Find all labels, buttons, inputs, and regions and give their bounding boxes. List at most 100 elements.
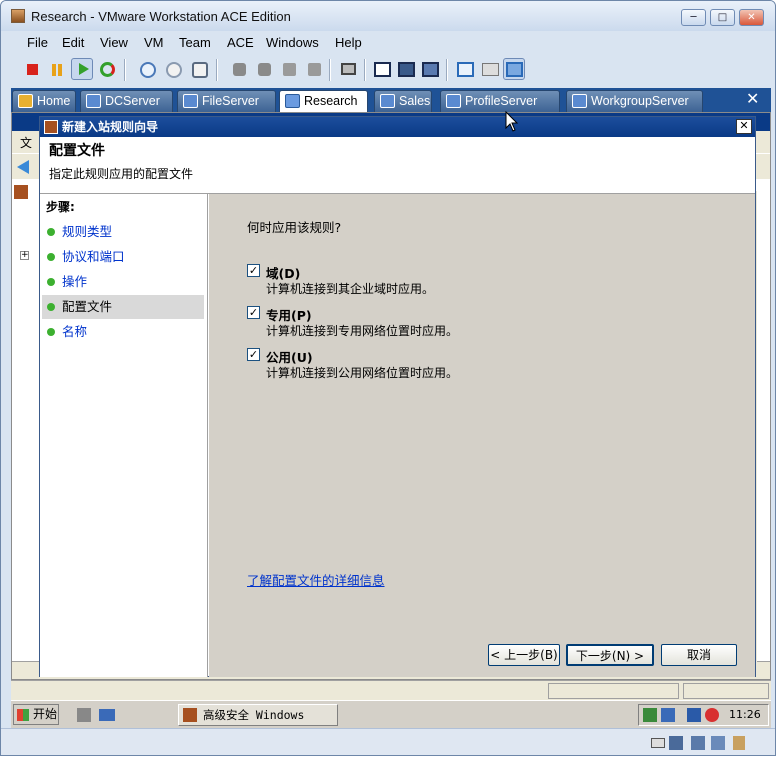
tab-fileserver[interactable]: FileServer — [177, 90, 276, 112]
menu-windows[interactable]: Windows — [266, 33, 319, 53]
sound-icon[interactable] — [711, 736, 725, 750]
quicklaunch-desktop-icon[interactable] — [99, 709, 115, 721]
private-checkbox[interactable]: ✓ — [247, 306, 260, 319]
cd-rom-icon[interactable] — [669, 736, 683, 750]
play-icon[interactable] — [71, 58, 93, 80]
public-checkbox[interactable]: ✓ — [247, 348, 260, 361]
network-adapter-icon[interactable] — [691, 736, 705, 750]
tab-workgroupserver[interactable]: WorkgroupServer — [566, 90, 703, 112]
step-label: 名称 — [62, 324, 88, 339]
network-icon[interactable] — [687, 708, 701, 722]
quicklaunch-server-icon[interactable] — [77, 708, 91, 722]
step-label: 操作 — [62, 274, 88, 289]
hard-disk-icon[interactable] — [651, 738, 665, 748]
tab-home[interactable]: Home — [12, 90, 76, 112]
tray-icon[interactable] — [661, 708, 675, 722]
step-protocol-ports[interactable]: 协议和端口 — [42, 245, 204, 269]
pause-icon[interactable] — [46, 58, 68, 80]
step-action[interactable]: 操作 — [42, 270, 204, 294]
tab-dcserver[interactable]: DCServer — [80, 90, 173, 112]
taskbar-button-firewall[interactable]: 高级安全 Windows 防... — [178, 704, 338, 742]
console-view-icon[interactable] — [503, 58, 525, 80]
appliance-icon[interactable] — [479, 58, 501, 80]
toolbar — [11, 56, 771, 86]
full-screen-icon[interactable] — [395, 58, 417, 80]
step-name[interactable]: 名称 — [42, 320, 204, 344]
toolbar-separator — [329, 59, 331, 81]
toolbar-separator — [364, 59, 366, 81]
home-icon — [18, 94, 33, 108]
maximize-button[interactable]: □ — [710, 9, 735, 26]
menu-file[interactable]: File — [27, 33, 48, 53]
cancel-button[interactable]: 取消 — [661, 644, 737, 666]
vm-icon — [86, 94, 101, 108]
mmc-menu-file[interactable]: 文 — [20, 134, 32, 151]
system-tray: 11:26 — [638, 704, 769, 726]
title-bar[interactable]: Research - VMware Workstation ACE Editio… — [1, 1, 775, 31]
menu-vm[interactable]: VM — [144, 33, 164, 53]
console-icon[interactable] — [337, 58, 359, 80]
team-icon-4[interactable] — [303, 58, 325, 80]
stop-icon[interactable] — [21, 58, 43, 80]
tab-research[interactable]: Research — [279, 90, 368, 112]
firewall-icon — [183, 708, 197, 722]
status-pane — [548, 683, 679, 699]
toolbar-separator — [216, 59, 218, 81]
vm-icon — [285, 94, 300, 108]
vm-tab-strip: Home DCServer FileServer Research Sales … — [11, 88, 771, 112]
start-button[interactable]: 开始 — [13, 704, 59, 725]
dialog-close-button[interactable]: ✕ — [736, 119, 752, 134]
learn-more-link[interactable]: 了解配置文件的详细信息 — [247, 570, 385, 589]
close-tab-icon[interactable]: ✕ — [746, 89, 759, 108]
minimize-button[interactable]: ─ — [681, 9, 706, 26]
back-arrow-icon[interactable] — [17, 160, 29, 174]
tab-label: ProfileServer — [465, 94, 538, 108]
menu-team[interactable]: Team — [179, 33, 211, 53]
next-button[interactable]: 下一步(N) > — [566, 644, 654, 666]
reset-icon[interactable] — [96, 58, 118, 80]
close-button[interactable]: ✕ — [739, 9, 764, 26]
snapshot-manager-icon[interactable] — [188, 58, 210, 80]
dialog-title-bar[interactable]: 新建入站规则向导 — [40, 117, 755, 137]
tray-icon[interactable] — [643, 708, 657, 722]
step-dot-icon — [47, 253, 55, 261]
status-pane — [683, 683, 769, 699]
expand-icon[interactable]: + — [20, 251, 29, 260]
vm-icon — [183, 94, 198, 108]
team-icon-3[interactable] — [278, 58, 300, 80]
step-label: 协议和端口 — [62, 249, 125, 264]
toolbar-separator — [446, 59, 448, 81]
step-rule-type[interactable]: 规则类型 — [42, 220, 204, 244]
back-button[interactable]: < 上一步(B) — [488, 644, 560, 666]
tab-label: Sales — [399, 94, 431, 108]
menu-view[interactable]: View — [100, 33, 128, 53]
domain-checkbox[interactable]: ✓ — [247, 264, 260, 277]
clock[interactable]: 11:26 — [729, 708, 761, 721]
team-icon-1[interactable] — [228, 58, 250, 80]
step-dot-icon — [47, 278, 55, 286]
menu-help[interactable]: Help — [335, 33, 362, 53]
menu-edit[interactable]: Edit — [62, 33, 84, 53]
tab-label: FileServer — [202, 94, 259, 108]
vmware-window: Research - VMware Workstation ACE Editio… — [0, 0, 776, 756]
steps-title: 步骤: — [46, 200, 75, 214]
tab-label: Home — [37, 94, 71, 108]
menu-ace[interactable]: ACE — [227, 33, 254, 53]
fit-guest-icon[interactable] — [419, 58, 441, 80]
steps-panel: 步骤: 规则类型 协议和端口 操作 配置文件 名称 — [40, 194, 208, 677]
step-profile[interactable]: 配置文件 — [42, 295, 204, 319]
tab-profileserver[interactable]: ProfileServer — [440, 90, 560, 112]
snapshot-icon[interactable] — [136, 58, 158, 80]
vmware-status-bar — [1, 728, 775, 755]
team-icon-2[interactable] — [253, 58, 275, 80]
quick-switch-icon[interactable] — [371, 58, 393, 80]
dialog-title: 新建入站规则向导 — [62, 120, 159, 134]
message-icon[interactable] — [733, 736, 745, 750]
vm-icon — [380, 94, 395, 108]
tab-label: WorkgroupServer — [591, 94, 689, 108]
mmc-status-bar — [11, 680, 771, 700]
tab-sales[interactable]: Sales — [374, 90, 432, 112]
security-alert-icon[interactable] — [705, 708, 719, 722]
summary-icon[interactable] — [454, 58, 476, 80]
revert-snapshot-icon[interactable] — [162, 58, 184, 80]
